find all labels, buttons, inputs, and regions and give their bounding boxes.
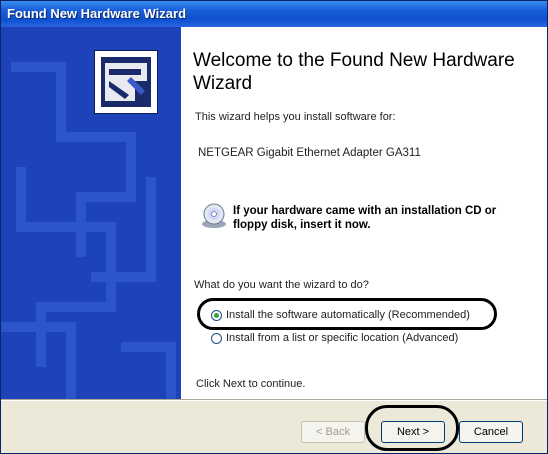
hardware-wizard-icon xyxy=(94,50,158,114)
question-text: What do you want the wizard to do? xyxy=(194,279,369,291)
divider xyxy=(1,399,547,401)
cd-disk-icon xyxy=(202,203,226,228)
install-from-list-option[interactable]: Install from a list or specific location… xyxy=(211,330,458,346)
wizard-banner xyxy=(1,27,181,399)
content-panel: Welcome to the Found New Hardware Wizard… xyxy=(181,27,547,399)
option-label: Install from a list or specific location… xyxy=(226,332,459,344)
highlight-oval xyxy=(197,298,497,330)
page-title: Welcome to the Found New Hardware Wizard xyxy=(193,50,515,94)
title-bar[interactable]: Found New Hardware Wizard xyxy=(1,1,547,27)
back-button[interactable]: < Back xyxy=(301,421,365,443)
radio-button[interactable] xyxy=(211,332,222,344)
highlight-oval xyxy=(365,405,459,451)
intro-text: This wizard helps you install software f… xyxy=(195,111,396,123)
continue-hint: Click Next to continue. xyxy=(196,378,306,390)
cancel-button[interactable]: Cancel xyxy=(459,421,523,443)
device-name: NETGEAR Gigabit Ethernet Adapter GA311 xyxy=(198,147,421,159)
wizard-window: Found New Hardware Wizard Welcome to the… xyxy=(0,0,548,454)
window-title: Found New Hardware Wizard xyxy=(7,6,187,21)
cd-notice-text: If your hardware came with an installati… xyxy=(233,205,497,231)
